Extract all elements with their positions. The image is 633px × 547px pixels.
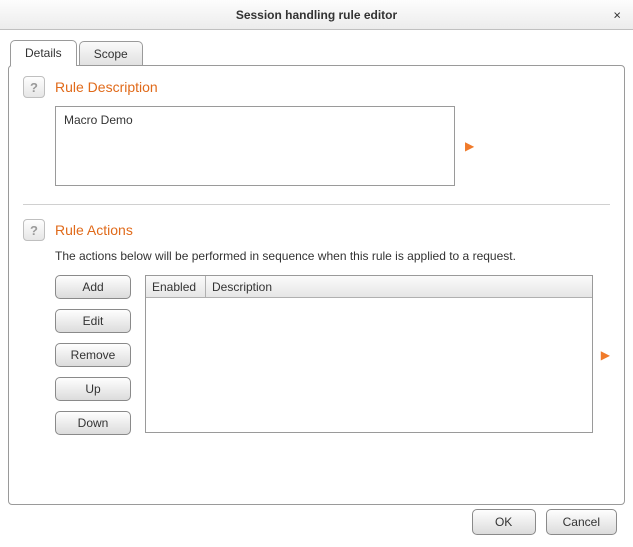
rule-description-row: ▶: [55, 106, 610, 186]
rule-actions-header: ? Rule Actions: [23, 219, 610, 241]
rule-description-title: Rule Description: [55, 79, 158, 95]
column-header-enabled[interactable]: Enabled: [146, 276, 206, 297]
rule-description-input[interactable]: [55, 106, 455, 186]
edit-button[interactable]: Edit: [55, 309, 131, 333]
ok-button[interactable]: OK: [472, 509, 536, 535]
down-button[interactable]: Down: [55, 411, 131, 435]
content-panel: ? Rule Description ▶ ? Rule Actions The …: [8, 65, 625, 505]
rule-actions-row: Add Edit Remove Up Down Enabled Descript…: [55, 275, 610, 435]
cancel-button[interactable]: Cancel: [546, 509, 617, 535]
help-icon[interactable]: ?: [23, 219, 45, 241]
tab-bar: Details Scope: [10, 40, 633, 66]
expand-arrow-icon[interactable]: ▶: [601, 275, 610, 435]
remove-button[interactable]: Remove: [55, 343, 131, 367]
actions-table[interactable]: Enabled Description: [145, 275, 593, 433]
titlebar: Session handling rule editor ×: [0, 0, 633, 30]
expand-arrow-icon[interactable]: ▶: [465, 139, 474, 153]
tab-scope[interactable]: Scope: [79, 41, 143, 66]
dialog-footer: OK Cancel: [472, 509, 617, 535]
rule-description-header: ? Rule Description: [23, 76, 610, 98]
table-header: Enabled Description: [146, 276, 592, 298]
rule-actions-title: Rule Actions: [55, 222, 133, 238]
tab-details[interactable]: Details: [10, 40, 77, 66]
actions-table-wrap: Enabled Description ▶: [145, 275, 610, 435]
window-title: Session handling rule editor: [236, 8, 397, 22]
up-button[interactable]: Up: [55, 377, 131, 401]
rule-actions-help-text: The actions below will be performed in s…: [55, 249, 610, 263]
add-button[interactable]: Add: [55, 275, 131, 299]
action-buttons-column: Add Edit Remove Up Down: [55, 275, 131, 435]
help-icon[interactable]: ?: [23, 76, 45, 98]
section-divider: [23, 204, 610, 205]
close-icon[interactable]: ×: [613, 7, 621, 22]
column-header-description[interactable]: Description: [206, 276, 592, 297]
